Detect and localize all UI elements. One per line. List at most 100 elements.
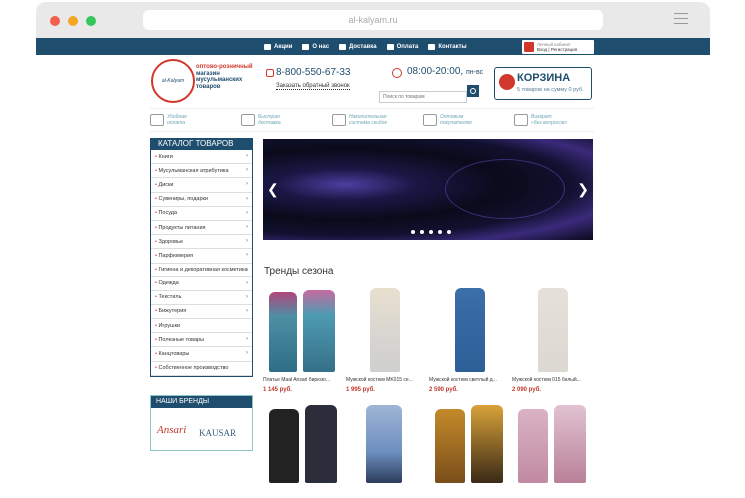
- site-logo[interactable]: al-Kalyam: [151, 59, 195, 103]
- close-window-icon[interactable]: [50, 16, 60, 26]
- catalog-item-souvenirs[interactable]: Сувениры, подарки ›: [151, 193, 252, 207]
- product-image[interactable]: [263, 403, 343, 483]
- minimize-window-icon[interactable]: [68, 16, 78, 26]
- working-hours: 08:00-20:00, пн-вс: [407, 66, 483, 77]
- catalog-item-food[interactable]: Продукты питания ›: [151, 221, 252, 236]
- product-name[interactable]: Мужской костюм MK015 се...: [346, 377, 426, 383]
- catalog-item-cosmetics[interactable]: Гигиена и декоративная косметика›: [151, 264, 252, 277]
- product-image[interactable]: [429, 286, 509, 374]
- truck-icon: [339, 43, 347, 50]
- callback-link[interactable]: Заказать обратный звонок: [276, 83, 350, 90]
- tagline: оптово-розничный магазин мусульманских т…: [196, 64, 266, 90]
- nav-label: Акции: [274, 43, 293, 50]
- catalog-item-clothing[interactable]: Одежда ›: [151, 277, 252, 291]
- trends-title: Тренды сезона: [264, 266, 334, 277]
- catalog-item-books[interactable]: Книги ›: [151, 150, 252, 165]
- catalog-item-textile[interactable]: Текстиль ›: [151, 291, 252, 305]
- product-image[interactable]: [512, 286, 592, 374]
- search-input[interactable]: [379, 91, 467, 103]
- chevron-right-icon[interactable]: ❯: [577, 181, 589, 198]
- slider-dot[interactable]: [420, 230, 424, 234]
- catalog-item-label: Полезные товары: [158, 336, 205, 343]
- feature-returns[interactable]: Возврат «без вопросов»: [514, 111, 594, 129]
- web-page: Акции О нас Доставка Оплата Контакты Лич…: [36, 38, 710, 498]
- product-card[interactable]: [263, 403, 343, 483]
- product-name[interactable]: Платье Maal Ansari бирюзо...: [263, 377, 343, 383]
- catalog-item-perfume[interactable]: Парфюмерия ›: [151, 249, 252, 264]
- product-card[interactable]: Платье Maal Ansari бирюзо... 1 145 руб.: [263, 286, 343, 393]
- catalog-item-label: Собственное производство: [158, 365, 229, 372]
- catalog-item-useful[interactable]: Полезные товары ›: [151, 333, 252, 348]
- phone-icon: [266, 69, 274, 77]
- catalog-item-attributes[interactable]: Мусульманская атрибутика ›: [151, 164, 252, 179]
- chevron-right-icon: ›: [246, 167, 248, 174]
- chevron-left-icon[interactable]: ❮: [267, 181, 279, 198]
- search-icon[interactable]: [467, 85, 479, 97]
- slider-dot[interactable]: [438, 230, 442, 234]
- catalog-item-label: Здоровье: [158, 238, 184, 245]
- nav-payment[interactable]: Оплата: [386, 43, 419, 50]
- chevron-right-icon: ›: [246, 279, 248, 286]
- product-card[interactable]: [346, 403, 426, 483]
- logo-text: al-Kalyam: [161, 78, 185, 84]
- slider-dot[interactable]: [411, 230, 415, 234]
- feature-delivery[interactable]: Быстрая доставка: [241, 111, 321, 129]
- nav-contacts[interactable]: Контакты: [428, 43, 467, 50]
- nav-about[interactable]: О нас: [302, 43, 329, 50]
- brand-ansari-logo[interactable]: Ansari: [157, 424, 186, 436]
- catalog-item-discs[interactable]: Диски ›: [151, 178, 252, 193]
- catalog-item-jewelry[interactable]: Бижутерия ›: [151, 305, 252, 320]
- product-image[interactable]: [346, 286, 426, 374]
- product-card[interactable]: Мужской костюм MK015 се... 1 995 руб.: [346, 286, 426, 393]
- nav-delivery[interactable]: Доставка: [339, 43, 377, 50]
- feature-discounts[interactable]: Накопительная система скидок: [332, 111, 412, 129]
- feature-line: система скидок: [349, 120, 387, 126]
- address-bar[interactable]: al-kalyam.ru: [143, 10, 603, 30]
- chevron-right-icon: ›: [246, 195, 248, 202]
- product-image[interactable]: [512, 403, 592, 483]
- catalog-title: КАТАЛОГ ТОВАРОВ: [150, 138, 253, 150]
- cart-box[interactable]: КОРЗИНА 5 товаров на сумму 0 руб.: [494, 67, 592, 100]
- chevron-right-icon: ›: [246, 209, 248, 216]
- product-card[interactable]: [512, 403, 592, 483]
- nav-label: Контакты: [438, 43, 467, 50]
- product-name[interactable]: Мужской костюм светлый д...: [429, 377, 509, 383]
- product-card[interactable]: [429, 403, 509, 483]
- feature-payment[interactable]: Удобная оплата: [150, 111, 230, 129]
- product-card[interactable]: Мужской костюм светлый д... 2 590 руб.: [429, 286, 509, 393]
- phone-number[interactable]: 8-800-550-67-33: [276, 67, 351, 78]
- product-name[interactable]: Мужской костюм 015 белый...: [512, 377, 592, 383]
- feature-wholesale[interactable]: Оптовым покупателям: [423, 111, 503, 129]
- catalog-item-toys[interactable]: Игрушки: [151, 319, 252, 334]
- product-card[interactable]: Мужской костюм 015 белый... 2 090 руб.: [512, 286, 592, 393]
- user-icon: [524, 42, 534, 52]
- account-box[interactable]: Личный кабинет Вход | Регистрация: [522, 40, 594, 54]
- nav-label: Оплата: [396, 43, 419, 50]
- maximize-window-icon[interactable]: [86, 16, 96, 26]
- percent-icon: [332, 114, 346, 126]
- sidebar: КАТАЛОГ ТОВАРОВ Книги › Мусульманская атр…: [150, 138, 253, 451]
- login-register-link[interactable]: Вход | Регистрация: [537, 47, 577, 52]
- chevron-right-icon: ›: [246, 153, 248, 159]
- catalog-item-health[interactable]: Здоровье ›: [151, 235, 252, 250]
- brands-box: НАШИ БРЕНДЫ Ansari KAUSAR: [150, 394, 253, 451]
- catalog-item-dishes[interactable]: Посуда ›: [151, 207, 252, 221]
- browser-window: al-kalyam.ru Акции О нас Доставка Оплата…: [36, 2, 710, 498]
- brand-kausar-logo[interactable]: KAUSAR: [199, 428, 236, 438]
- chevron-right-icon: ›: [246, 307, 248, 314]
- slider-dot[interactable]: [429, 230, 433, 234]
- product-image[interactable]: [429, 403, 509, 483]
- product-image[interactable]: [346, 403, 426, 483]
- catalog-item-own-production[interactable]: Собственное производство: [151, 362, 252, 376]
- slider-dot[interactable]: [447, 230, 451, 234]
- catalog-item-stationery[interactable]: Канцтовары ›: [151, 347, 252, 362]
- catalog-item-label: Текстиль: [158, 294, 182, 301]
- phone-icon: [428, 43, 436, 50]
- menu-icon[interactable]: [674, 13, 688, 28]
- info-icon: [302, 43, 310, 50]
- catalog-item-label: Гигиена и декоративная косметика: [158, 266, 248, 273]
- catalog-item-label: Бижутерия: [158, 308, 187, 315]
- product-price: 1 145 руб.: [263, 387, 292, 393]
- nav-promotions[interactable]: Акции: [264, 43, 293, 50]
- product-image[interactable]: [263, 286, 343, 374]
